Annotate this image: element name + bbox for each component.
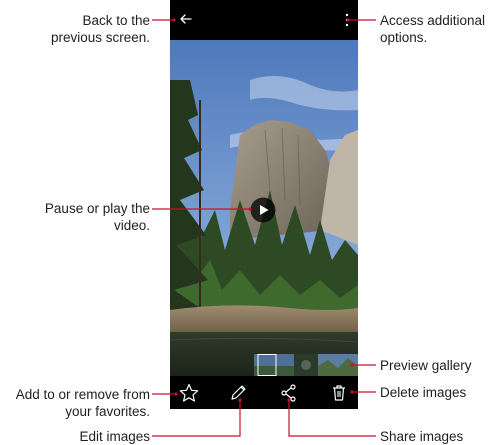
callout-back: Back to the previous screen. [51, 12, 150, 46]
callout-options-line2: options. [380, 30, 428, 45]
callout-favorites-line1: Add to or remove from [15, 387, 150, 402]
callout-play-line2: video. [113, 218, 150, 233]
callout-favorites: Add to or remove from your favorites. [16, 386, 150, 420]
star-icon[interactable] [178, 382, 200, 404]
pencil-icon[interactable] [227, 382, 249, 404]
gallery-thumbnail[interactable] [254, 354, 294, 376]
share-icon[interactable] [278, 382, 300, 404]
gallery-thumbnail[interactable] [294, 354, 318, 376]
gallery-thumbnail[interactable] [318, 354, 358, 376]
trash-icon[interactable] [328, 382, 350, 404]
callout-share: Share images [380, 428, 463, 445]
arrow-left-icon[interactable] [178, 11, 194, 27]
callout-share-line1: Share images [380, 429, 464, 444]
top-bar [170, 0, 358, 40]
callout-gallery-line1: Preview gallery [380, 358, 472, 373]
preview-gallery [254, 354, 358, 376]
callout-delete: Delete images [380, 384, 466, 401]
callout-options: Access additional options. [380, 12, 485, 46]
callout-edit: Edit images [79, 428, 150, 445]
callout-gallery: Preview gallery [380, 357, 472, 374]
more-vertical-icon[interactable] [342, 11, 352, 29]
callout-edit-line1: Edit images [79, 429, 150, 444]
play-icon[interactable] [250, 197, 276, 223]
callout-options-line1: Access additional [380, 13, 486, 28]
bottom-toolbar [170, 376, 358, 409]
callout-play-line1: Pause or play the [44, 201, 150, 216]
callout-play: Pause or play the video. [45, 200, 150, 234]
callout-favorites-line2: your favorites. [65, 404, 150, 419]
callout-back-line2: previous screen. [50, 30, 150, 45]
callout-delete-line1: Delete images [380, 385, 467, 400]
phone-screen [170, 0, 358, 409]
callout-back-line1: Back to the [82, 13, 150, 28]
